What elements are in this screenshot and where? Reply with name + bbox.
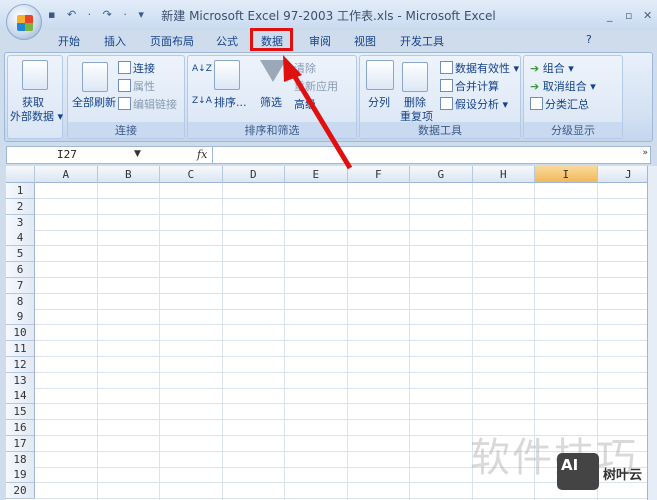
arrow-head — [283, 55, 302, 82]
office-logo-icon — [17, 15, 33, 31]
watermark-brand: 树叶云 — [603, 468, 643, 483]
office-button[interactable] — [6, 4, 42, 40]
arrow-shaft — [289, 70, 353, 170]
watermark-logo: AI — [557, 453, 599, 490]
